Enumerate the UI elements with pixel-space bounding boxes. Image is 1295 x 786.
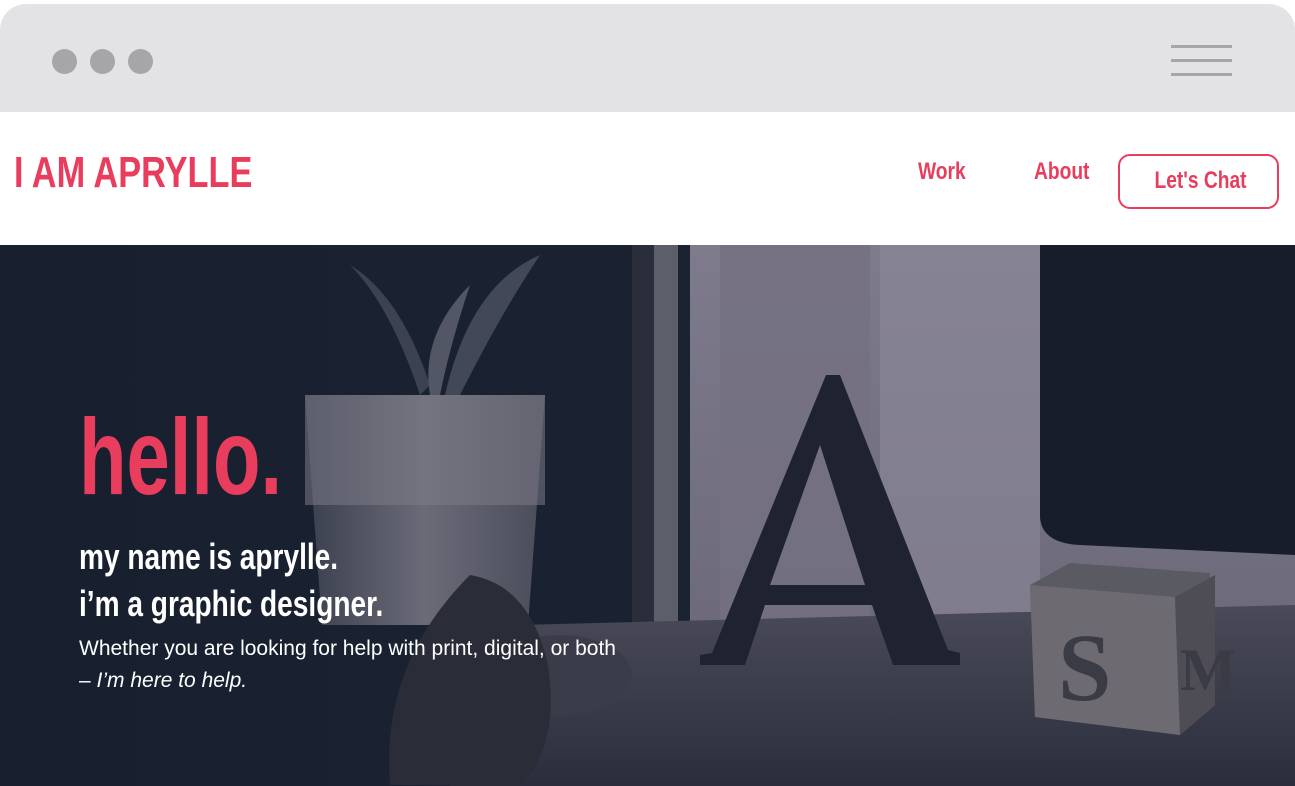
hero-description: Whether you are looking for help with pr… — [79, 633, 619, 697]
hero-text-block: hello. my name is aprylle. i’m a graphic… — [79, 395, 639, 697]
lets-chat-button[interactable]: Let's Chat — [1118, 154, 1279, 209]
site-header: I AM APRYLLE Work About Let's Chat — [0, 112, 1295, 245]
hero-section: S M hello. my name is aprylle. i’m a gra… — [0, 245, 1295, 786]
lets-chat-label: Let's Chat — [1154, 167, 1247, 194]
svg-text:S: S — [1058, 614, 1111, 721]
window-close-dot[interactable] — [52, 49, 77, 74]
nav-link-about[interactable]: About — [1034, 158, 1089, 186]
window-maximize-dot[interactable] — [128, 49, 153, 74]
hamburger-menu-icon[interactable] — [1171, 45, 1232, 77]
svg-text:M: M — [1180, 637, 1237, 703]
browser-window: I AM APRYLLE Work About Let's Chat S M h… — [0, 4, 1295, 786]
hero-intro-role: i’m a graphic designer. — [79, 583, 384, 624]
nav-link-work[interactable]: Work — [918, 158, 966, 186]
hero-description-emphasis: I’m here to help. — [96, 669, 248, 692]
window-minimize-dot[interactable] — [90, 49, 115, 74]
hero-intro-name: my name is aprylle. — [79, 536, 339, 577]
browser-chrome-bar — [0, 4, 1295, 112]
hero-greeting: hello. — [79, 396, 283, 517]
site-logo[interactable]: I AM APRYLLE — [14, 148, 252, 198]
